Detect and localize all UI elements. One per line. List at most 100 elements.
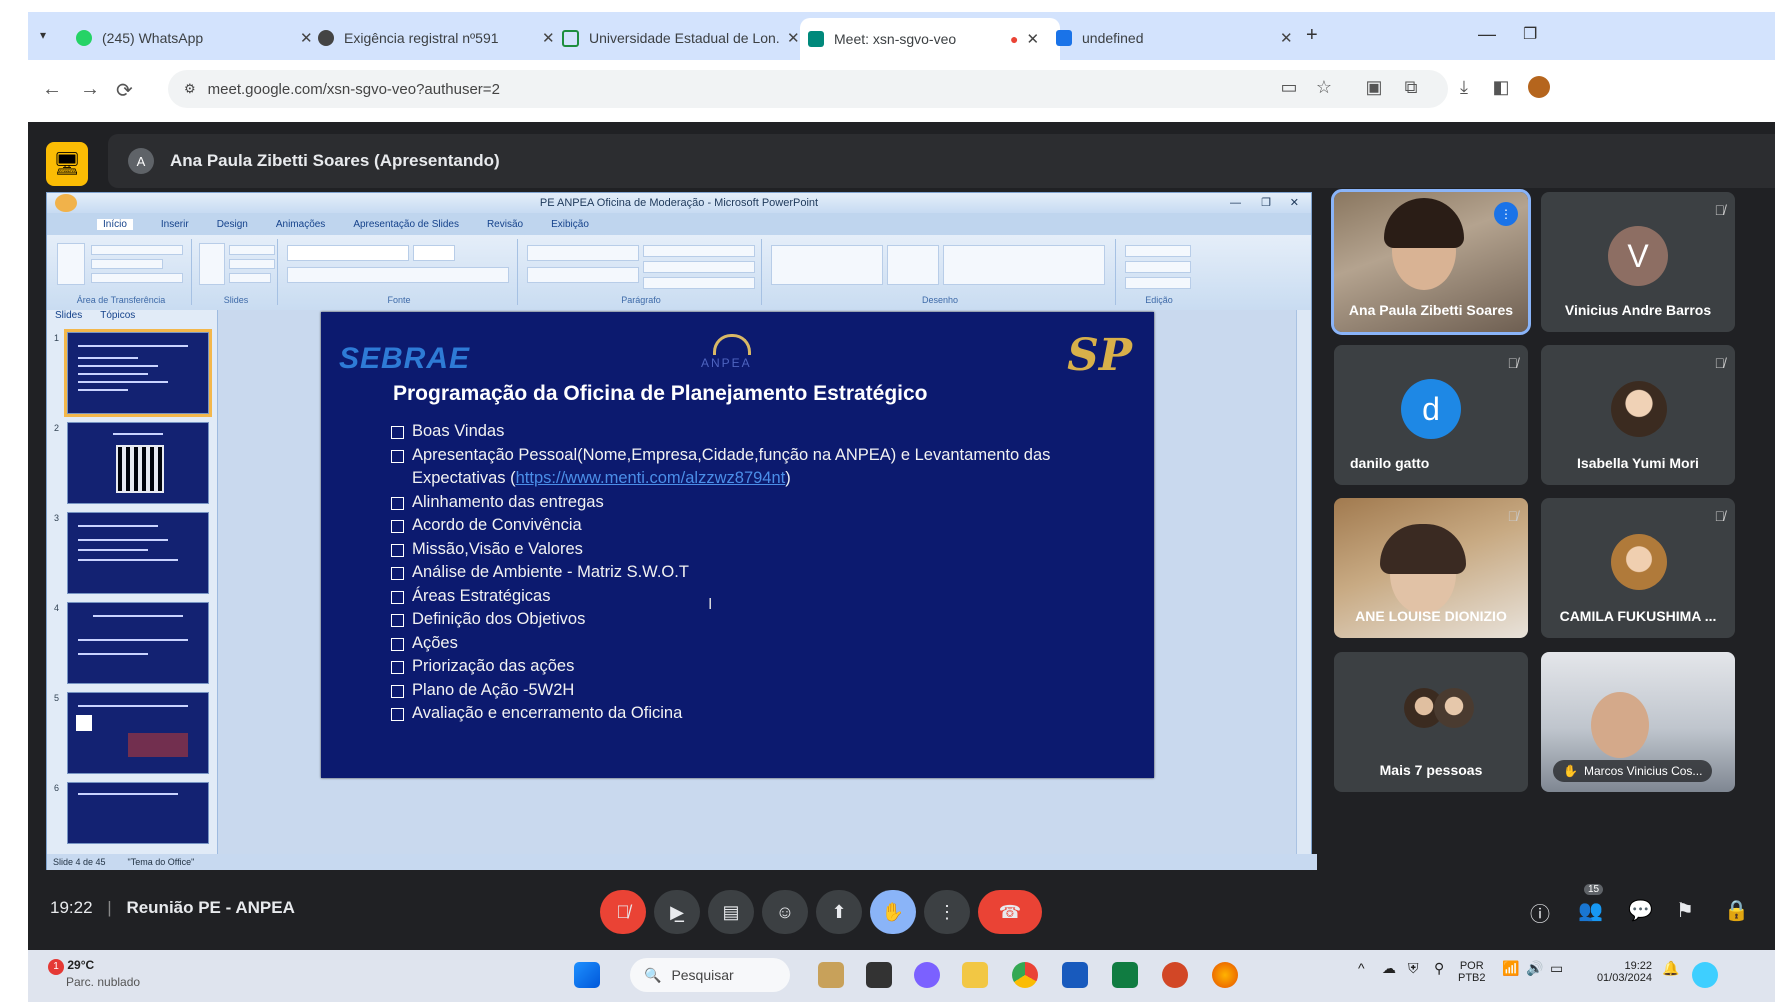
- battery-icon[interactable]: ▭: [1550, 960, 1563, 977]
- word-icon[interactable]: [1062, 962, 1088, 988]
- host-controls-icon[interactable]: 🔒: [1724, 898, 1749, 923]
- powerpoint-icon[interactable]: [1162, 962, 1188, 988]
- mic-off-icon: 🎙̸: [1714, 202, 1726, 218]
- people-icon[interactable]: 👥: [1578, 898, 1603, 923]
- tab-exigencia[interactable]: Exigência registral nº591 ✕: [310, 20, 560, 56]
- raise-hand-button[interactable]: ✋: [870, 890, 916, 934]
- tab-universidade[interactable]: Universidade Estadual de Lon... ✕: [554, 20, 804, 56]
- close-icon[interactable]: ✕: [1026, 30, 1039, 48]
- restore-icon: ❐: [1261, 197, 1271, 209]
- captions-button[interactable]: ▤: [708, 890, 754, 934]
- agenda-item: Missão,Visão e Valores: [391, 538, 1091, 562]
- ppt-status-bar: Slide 4 de 45 "Tema do Office": [47, 854, 1317, 870]
- call-controls-bar: 19:22 | Reunião PE - ANPEA 🎙̸ ▶̲ ▤ ☺ ⬆ ✋…: [28, 870, 1775, 950]
- participant-tile[interactable]: 🎙̸ d danilo gatto: [1334, 345, 1528, 485]
- slide-number: 3: [54, 513, 60, 523]
- system-clock[interactable]: 19:22 01/03/2024: [1578, 960, 1652, 984]
- widgets-icon[interactable]: [818, 962, 844, 988]
- profile-avatar[interactable]: [1528, 76, 1550, 98]
- participant-tile[interactable]: 🎙̸ Isabella Yumi Mori: [1541, 345, 1735, 485]
- participant-tile[interactable]: 🎙̸ V Vinicius Andre Barros: [1541, 192, 1735, 332]
- weather-widget[interactable]: 1 29°C Parc. nublado: [48, 958, 140, 989]
- notification-bell-icon[interactable]: 🔔: [1662, 960, 1679, 977]
- participant-avatar: [1611, 381, 1667, 437]
- current-slide: SEBRAE ANPEA SP Programação da Oficina d…: [321, 312, 1154, 778]
- ppt-slide-counter: Slide 4 de 45: [53, 857, 106, 867]
- site-info-icon[interactable]: ⚙: [184, 81, 196, 97]
- new-tab-button[interactable]: +: [1306, 24, 1318, 47]
- agenda-item: Áreas Estratégicas: [391, 585, 1091, 609]
- minimize-icon[interactable]: —: [1478, 24, 1496, 45]
- ribbon-group-font: Fonte: [281, 239, 518, 305]
- tab-meet[interactable]: Meet: xsn-sgvo-veo ● ✕: [800, 18, 1060, 60]
- reload-icon[interactable]: ⟳: [116, 78, 133, 103]
- bookmark-star-icon[interactable]: ☆: [1313, 76, 1335, 98]
- participant-tile-overflow[interactable]: Mais 7 pessoas: [1334, 652, 1528, 792]
- reactions-button[interactable]: ☺: [762, 890, 808, 934]
- more-options-button[interactable]: ⋮: [924, 890, 970, 934]
- task-view-icon[interactable]: [866, 962, 892, 988]
- activities-icon[interactable]: ⚑: [1676, 898, 1694, 923]
- puzzle-icon[interactable]: ⧉: [1400, 76, 1422, 98]
- present-screen-button[interactable]: ⬆: [816, 890, 862, 934]
- copilot-icon[interactable]: [1692, 962, 1718, 988]
- agenda-item: Avaliação e encerramento da Oficina: [391, 702, 1091, 726]
- shield-icon[interactable]: ⛨: [1408, 960, 1419, 977]
- participant-avatar: d: [1401, 379, 1461, 439]
- participant-name: Ana Paula Zibetti Soares: [1348, 302, 1514, 318]
- tab-search-button[interactable]: ▾: [40, 28, 46, 42]
- close-icon[interactable]: ✕: [1280, 29, 1293, 47]
- close-icon[interactable]: ✕: [542, 29, 555, 47]
- windows-start-icon[interactable]: [574, 962, 600, 988]
- meeting-details-icon[interactable]: ⓘ: [1530, 898, 1550, 927]
- participant-tile[interactable]: ✋ Marcos Vinicius Cos...: [1541, 652, 1735, 792]
- close-icon[interactable]: ✕: [787, 29, 800, 47]
- mic-off-icon: 🎙̸: [1507, 355, 1519, 371]
- excel-icon[interactable]: [1112, 962, 1138, 988]
- slide-thumbnail: 1: [54, 329, 212, 417]
- cloud-icon[interactable]: ☁: [1382, 960, 1396, 977]
- participant-name: Marcos Vinicius Cos...: [1583, 764, 1703, 778]
- file-explorer-icon[interactable]: [962, 962, 988, 988]
- text-cursor-icon: I: [708, 596, 713, 613]
- leave-call-button[interactable]: ☎: [978, 890, 1042, 934]
- participant-tile[interactable]: ⋮ Ana Paula Zibetti Soares: [1331, 189, 1531, 335]
- ppt-tab: Apresentação de Slides: [353, 218, 459, 230]
- slide-thumbnail-panel: Slides Tópicos 1 2 3 4 5 6: [47, 310, 218, 854]
- back-icon[interactable]: ←: [42, 78, 62, 101]
- wifi-icon[interactable]: 📶: [1502, 960, 1519, 977]
- address-bar: ← → ⟳ ⚙ meet.google.com/xsn-sgvo-veo?aut…: [28, 60, 1775, 122]
- tray-overflow-icon[interactable]: ^: [1358, 960, 1365, 976]
- firefox-icon[interactable]: [1212, 962, 1238, 988]
- chrome-icon[interactable]: [1012, 962, 1038, 988]
- ppt-scrollbar: [1296, 310, 1311, 854]
- search-icon: 🔍: [644, 966, 662, 983]
- taskbar-search[interactable]: 🔍 Pesquisar: [630, 958, 790, 992]
- download-icon[interactable]: ⤓: [1453, 76, 1475, 98]
- sebrae-logo: SEBRAE: [339, 342, 471, 375]
- camera-toggle-button[interactable]: ▶̲: [654, 890, 700, 934]
- location-icon[interactable]: ⚲: [1434, 960, 1444, 977]
- meeting-info: 19:22 | Reunião PE - ANPEA: [50, 898, 295, 917]
- participant-tile[interactable]: 🎙̸ ANE LOUISE DIONIZIO: [1334, 498, 1528, 638]
- presenter-banner[interactable]: A Ana Paula Zibetti Soares (Apresentando…: [108, 134, 1775, 188]
- restore-icon[interactable]: ❐: [1523, 24, 1537, 44]
- cast-icon[interactable]: ▭: [1278, 76, 1300, 98]
- chat-app-icon[interactable]: [914, 962, 940, 988]
- whatsapp-icon: [76, 30, 92, 46]
- presentation-icon[interactable]: 🖥: [46, 142, 88, 186]
- sidepanel-icon[interactable]: ◧: [1490, 76, 1512, 98]
- thumbnail-image: [76, 715, 92, 731]
- language-indicator[interactable]: POR PTB2: [1458, 960, 1486, 984]
- volume-icon[interactable]: 🔊: [1526, 960, 1543, 977]
- url-field[interactable]: ⚙ meet.google.com/xsn-sgvo-veo?authuser=…: [168, 70, 1448, 108]
- tab-undefined[interactable]: undefined ✕: [1048, 20, 1298, 56]
- tab-whatsapp[interactable]: (245) WhatsApp ✕: [68, 20, 318, 56]
- mic-toggle-button[interactable]: 🎙̸: [600, 890, 646, 934]
- forward-icon[interactable]: →: [80, 78, 100, 101]
- presenter-label: Ana Paula Zibetti Soares (Apresentando): [170, 151, 500, 170]
- participant-name: CAMILA FUKUSHIMA ...: [1559, 608, 1717, 624]
- participant-tile[interactable]: 🎙̸ CAMILA FUKUSHIMA ...: [1541, 498, 1735, 638]
- chat-icon[interactable]: 💬: [1628, 898, 1653, 923]
- extension-icon[interactable]: ▣: [1363, 76, 1385, 98]
